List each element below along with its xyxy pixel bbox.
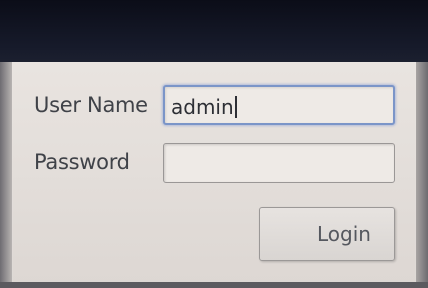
screen-edge-bottom bbox=[0, 282, 428, 288]
username-label: User Name bbox=[34, 93, 148, 117]
username-text: admin bbox=[171, 95, 234, 119]
device-bezel-top bbox=[0, 0, 428, 66]
device-photo: User Name admin Password Login bbox=[0, 0, 428, 288]
text-caret bbox=[234, 96, 237, 118]
screen-edge-right bbox=[416, 62, 428, 288]
password-label: Password bbox=[34, 150, 130, 174]
username-field[interactable]: admin bbox=[163, 85, 395, 125]
username-value: admin bbox=[171, 95, 237, 119]
login-button[interactable]: Login bbox=[259, 207, 395, 261]
screen-edge-left bbox=[0, 62, 12, 288]
password-field[interactable] bbox=[163, 143, 395, 183]
login-button-label: Login bbox=[317, 222, 371, 246]
